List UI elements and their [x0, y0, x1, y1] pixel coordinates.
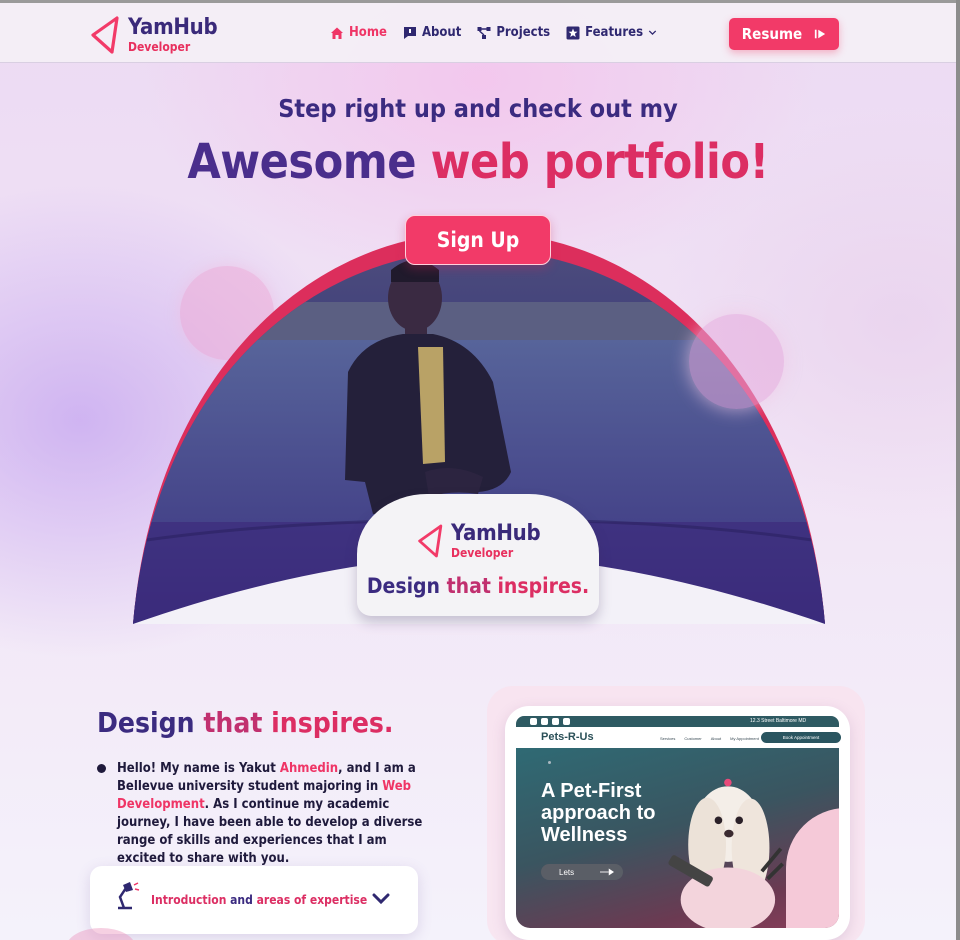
desk-lamp-icon [118, 882, 140, 910]
arrow-right-icon [600, 868, 615, 876]
preview-address: 12.3 Street Baltimore MD [750, 718, 807, 724]
preview-social-icons [530, 718, 570, 725]
badge-logo-name: YamHub [451, 521, 541, 546]
star-icon [566, 26, 580, 39]
accordion-label: Introduction and areas of expertise [151, 893, 368, 907]
bullet-dot [97, 764, 106, 773]
dog-image [668, 778, 785, 928]
hero-title-pink: web portfolio! [430, 134, 770, 190]
preview-nav-links: Services Customer About My Appointment [660, 736, 759, 741]
brand-logo[interactable]: YamHub Developer [90, 15, 218, 55]
navbar: YamHub Developer Home About Projects Fea… [0, 3, 956, 63]
chat-icon [403, 26, 416, 39]
preview-heading: A Pet-First approach to Wellness [541, 780, 656, 846]
chevron-down-icon [648, 30, 657, 36]
about-title: Design that inspires. [97, 706, 394, 739]
chevron-down-icon [372, 893, 390, 905]
logo-name: YamHub [128, 15, 218, 40]
preview-cta-button: Lets [541, 864, 623, 880]
nav-link-home[interactable]: Home [330, 25, 387, 40]
nav-link-label: Projects [496, 25, 551, 40]
nav-link-projects[interactable]: Projects [477, 25, 550, 40]
name-highlight: Ahmedin [279, 761, 339, 776]
preview-book-button: Book Appointment [761, 732, 841, 743]
hero-badge: YamHub Developer Design that inspires. [357, 494, 599, 616]
window-frame-right [956, 0, 960, 940]
nav-link-about[interactable]: About [403, 25, 461, 40]
logo-subtitle: Developer [128, 40, 191, 54]
nav-link-label: Features [585, 25, 644, 40]
preview-brand: Pets-R-Us [541, 731, 594, 743]
resume-label: Resume [741, 25, 803, 43]
nav-link-label: About [421, 25, 462, 40]
decor-bubble-right [689, 314, 784, 409]
badge-logo: YamHub Developer [417, 521, 541, 560]
about-paragraph: Hello! My name is Yakut Ahmedin, and I a… [117, 761, 423, 866]
nav-links: Home About Projects Features [330, 25, 657, 40]
network-icon [477, 26, 491, 39]
project-preview-card[interactable]: 12.3 Street Baltimore MD Pets-R-Us Servi… [505, 706, 850, 940]
expertise-accordion[interactable]: Introduction and areas of expertise [90, 866, 418, 934]
home-icon [331, 27, 343, 39]
badge-tagline: Design that inspires. [366, 574, 590, 598]
preview-pink-shape [786, 808, 839, 928]
preview-hero: A Pet-First approach to Wellness Lets [516, 748, 839, 928]
hero-subtitle: Step right up and check out my [278, 94, 678, 123]
badge-logo-subtitle: Developer [451, 546, 514, 560]
nav-link-label: Home [349, 25, 387, 40]
sign-up-button[interactable]: Sign Up [405, 215, 551, 265]
resume-button[interactable]: Resume [729, 18, 839, 50]
triangle-logo-icon [91, 16, 119, 54]
hero-title: Awesome web portfolio! [0, 134, 956, 190]
play-icon [815, 29, 826, 39]
hero-title-dark: Awesome [187, 134, 417, 190]
nav-link-features[interactable]: Features [566, 25, 657, 40]
triangle-logo-icon [418, 524, 443, 558]
